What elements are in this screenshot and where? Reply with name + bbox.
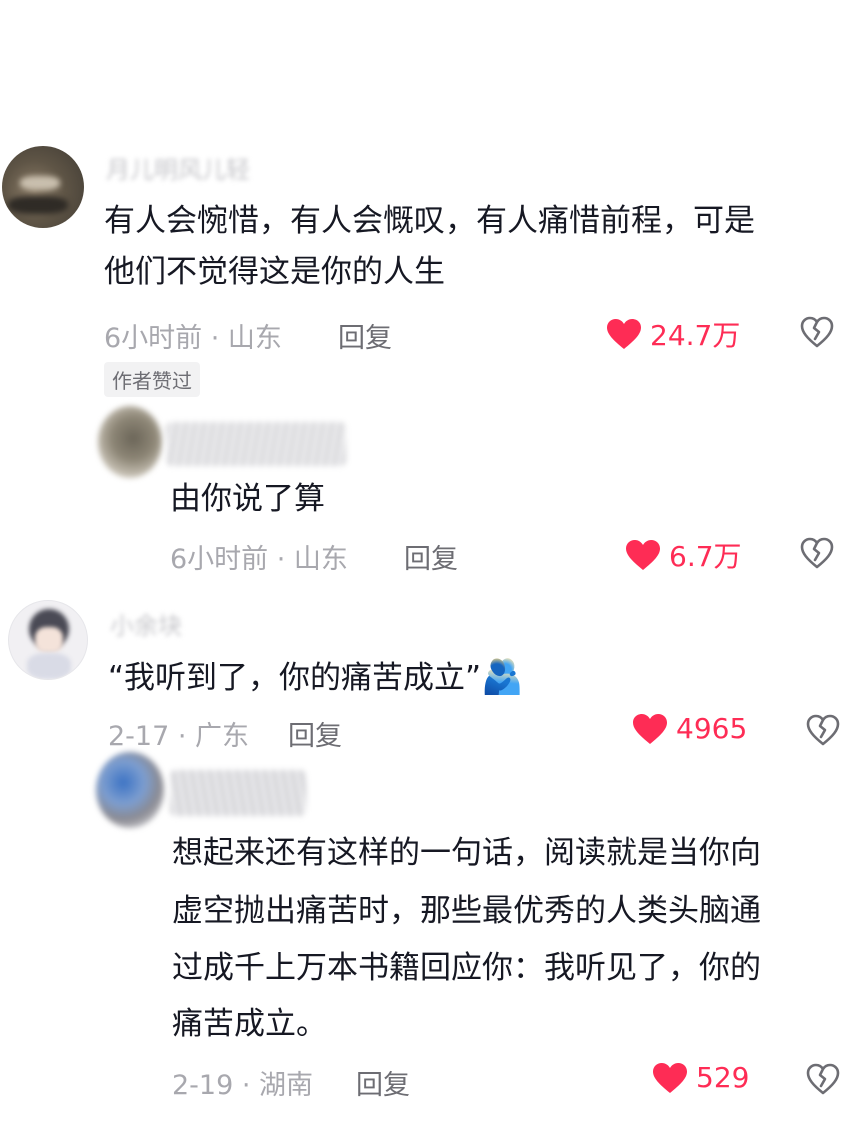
- avatar[interactable]: [2, 146, 84, 228]
- reply-meta: 2-19 · 湖南: [172, 1070, 314, 1101]
- heart-icon: [632, 713, 668, 745]
- avatar[interactable]: [96, 752, 164, 828]
- reply-text-line: 虚空抛出痛苦时，那些最优秀的人类头脑通: [172, 893, 761, 929]
- hug-emoji: 🫂: [481, 657, 524, 697]
- reply-text-line: 过成千上万本书籍回应你：我听见了，你的: [172, 950, 761, 986]
- broken-heart-icon[interactable]: [800, 316, 834, 348]
- reply-text-line: 想起来还有这样的一句话，阅读就是当你向: [172, 835, 761, 871]
- avatar[interactable]: [98, 406, 162, 478]
- username[interactable]: 月儿明风儿轻: [106, 150, 250, 185]
- username[interactable]: [166, 422, 346, 466]
- broken-heart-icon[interactable]: [806, 714, 840, 746]
- heart-icon: [606, 318, 642, 350]
- comment-text-line: “我听到了，你的痛苦成立”🫂: [108, 652, 523, 704]
- like-count: 529: [696, 1061, 750, 1094]
- reply-text-line: 由你说了算: [170, 481, 325, 517]
- reply-button[interactable]: 回复: [356, 1063, 410, 1102]
- like-count: 24.7万: [650, 319, 741, 352]
- like-count: 4965: [676, 712, 748, 745]
- comment-meta: 6小时前 · 山东: [104, 323, 282, 354]
- comment-text-line: 有人会惋惜，有人会慨叹，有人痛惜前程，可是: [104, 203, 755, 239]
- reply-text-line: 痛苦成立。: [172, 1006, 327, 1042]
- like-button[interactable]: 6.7万: [625, 535, 742, 575]
- username[interactable]: [170, 770, 306, 816]
- author-liked-badge: 作者赞过: [104, 362, 200, 397]
- reply-button[interactable]: 回复: [288, 714, 342, 753]
- like-count: 6.7万: [669, 540, 742, 573]
- reply-button[interactable]: 回复: [338, 316, 392, 355]
- broken-heart-icon[interactable]: [800, 537, 834, 569]
- comment-meta: 2-17 · 广东: [108, 721, 250, 752]
- like-button[interactable]: 529: [652, 1061, 749, 1094]
- reply-meta: 6小时前 · 山东: [170, 544, 348, 575]
- comment-text: “我听到了，你的痛苦成立”: [108, 660, 482, 696]
- username[interactable]: 小余块: [110, 606, 182, 641]
- broken-heart-icon[interactable]: [806, 1063, 840, 1095]
- like-button[interactable]: 4965: [632, 712, 747, 745]
- like-button[interactable]: 24.7万: [606, 314, 740, 354]
- heart-icon: [652, 1062, 688, 1094]
- comment-text-line: 他们不觉得这是你的人生: [104, 254, 445, 290]
- heart-icon: [625, 539, 661, 571]
- reply-button[interactable]: 回复: [404, 537, 458, 576]
- avatar[interactable]: [8, 600, 88, 680]
